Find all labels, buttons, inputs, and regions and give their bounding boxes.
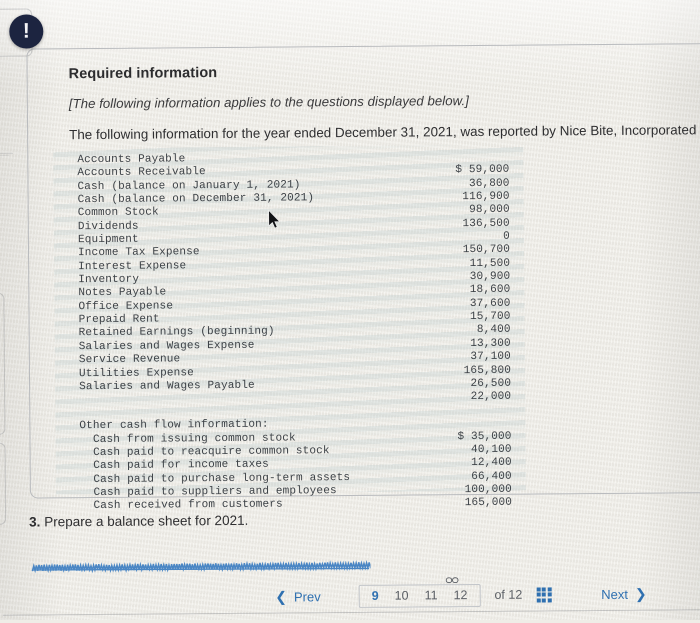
question-number: 3. bbox=[29, 514, 40, 529]
exclamation-icon: ! bbox=[9, 14, 43, 48]
question-3: 3. Prepare a balance sheet for 2021. bbox=[29, 513, 248, 530]
page-background: ! Required information [The following in… bbox=[0, 0, 700, 620]
prev-label: Prev bbox=[294, 589, 321, 604]
applies-note: [The following information applies to th… bbox=[69, 91, 689, 111]
chevron-right-icon: ❯ bbox=[635, 587, 647, 601]
account-ledger: Accounts Payable Accounts Receivable Cas… bbox=[69, 149, 692, 513]
page-number-group[interactable]: 9 10 11 12 bbox=[359, 583, 481, 607]
next-button[interactable]: Next ❯ bbox=[597, 584, 651, 603]
background-window-edge bbox=[0, 443, 6, 525]
background-window-edge bbox=[0, 155, 9, 157]
cash-flow-block: Other cash flow information: Cash from i… bbox=[71, 416, 692, 514]
cash-flow-value-column: $ 35,000 40,100 12,400 66,400 100,000 16… bbox=[401, 430, 512, 511]
page-link-11[interactable]: 11 bbox=[417, 588, 446, 602]
grid-icon[interactable] bbox=[536, 587, 551, 602]
card-content: Required information [The following info… bbox=[69, 61, 692, 513]
cash-flow-label-column: Other cash flow information: Cash from i… bbox=[79, 418, 350, 514]
background-window-edge bbox=[0, 293, 5, 435]
intro-sentence: The following information for the year e… bbox=[69, 122, 689, 142]
question-text: Prepare a balance sheet for 2021. bbox=[44, 513, 248, 530]
exclamation-glyph: ! bbox=[23, 21, 30, 42]
ledger-value-column: $ 59,000 36,800 116,900 98,000 136,500 0… bbox=[399, 164, 511, 405]
prev-button[interactable]: ❮ Prev bbox=[271, 587, 325, 606]
page-link-9[interactable]: 9 bbox=[364, 589, 387, 603]
page-count-label: of 12 bbox=[494, 588, 522, 602]
pagination-bar: ❮ Prev 9 10 11 12 of 12 Next ❯ bbox=[3, 577, 700, 614]
link-icon bbox=[446, 576, 459, 584]
page-link-10[interactable]: 10 bbox=[387, 588, 417, 602]
ledger-label-column: Accounts Payable Accounts Receivable Cas… bbox=[77, 152, 315, 394]
chevron-left-icon: ❮ bbox=[275, 590, 287, 604]
handwritten-scribble bbox=[30, 556, 370, 575]
page-link-12[interactable]: 12 bbox=[445, 588, 475, 602]
background-window-edge bbox=[0, 153, 13, 157]
next-label: Next bbox=[601, 586, 628, 601]
